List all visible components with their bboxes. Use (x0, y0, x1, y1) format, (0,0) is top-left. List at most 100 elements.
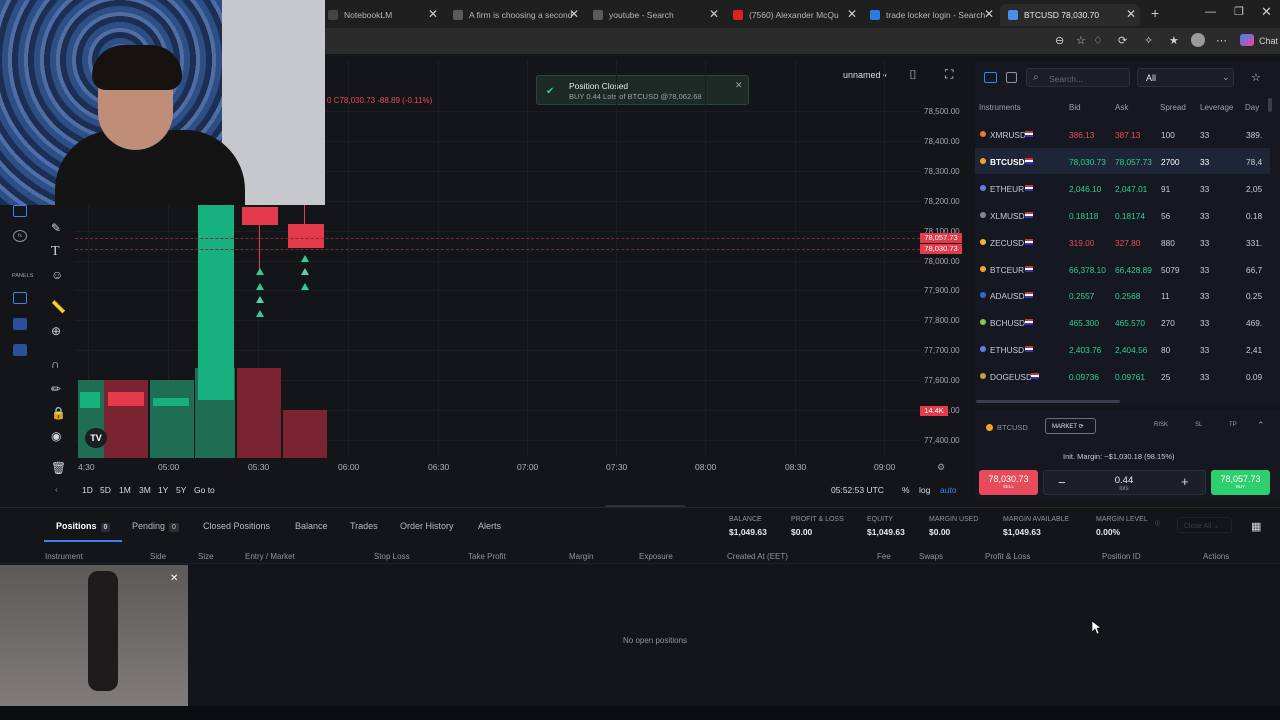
plus-icon[interactable]: + (1181, 474, 1189, 489)
positions-column-header[interactable]: Take Profit (468, 552, 506, 561)
layout-name-dropdown[interactable]: unnamed ▾ (843, 70, 887, 80)
favorites-bar-icon[interactable]: ★ (1169, 34, 1179, 47)
instruments-scrollbar[interactable] (1268, 98, 1272, 112)
instruments-hscrollbar[interactable] (976, 400, 1120, 403)
instrument-row[interactable]: BCHUSD 465.300 465.570 270 33 469. (975, 309, 1270, 335)
magnet-icon[interactable]: ∩ (51, 357, 60, 371)
tab-close-icon[interactable]: ✕ (984, 7, 994, 21)
stop-loss-button[interactable]: SL (1195, 422, 1202, 428)
tab-close-icon[interactable]: ✕ (569, 7, 579, 21)
tab-close-icon[interactable]: ✕ (428, 7, 438, 21)
pip-close-icon[interactable]: ✕ (170, 573, 182, 585)
chat-label[interactable]: Chat (1259, 36, 1278, 46)
panel-toggle-icon[interactable] (13, 205, 27, 217)
range-button[interactable]: 1Y (158, 485, 168, 495)
positions-column-header[interactable]: Created At (EET) (727, 552, 788, 561)
browser-tab[interactable]: youtube - Search ✕ (585, 4, 723, 26)
instrument-row[interactable]: DOGEUSD 0.09736 0.09761 25 33 0.09 (975, 363, 1270, 389)
positions-column-header[interactable]: Profit & Loss (985, 552, 1030, 561)
browser-tab[interactable]: (7560) Alexander McQu ✕ (725, 4, 861, 26)
tab-closed-positions[interactable]: Closed Positions (203, 521, 270, 531)
auto-toggle[interactable]: auto (940, 485, 957, 495)
ruler-icon[interactable]: 📏 (51, 300, 66, 314)
positions-column-header[interactable]: Entry / Market (245, 552, 295, 561)
chart-settings-icon[interactable]: ⚙ (937, 462, 945, 473)
column-header[interactable]: Day (1245, 103, 1259, 112)
collapse-chevron-icon[interactable]: ⌃ (1257, 420, 1265, 431)
order-type-select[interactable]: MARKET ⟳ (1045, 418, 1096, 434)
browser-tab[interactable]: A firm is choosing a second ✕ (445, 4, 583, 26)
range-button[interactable]: 3M (139, 485, 151, 495)
range-button[interactable]: 1D (82, 485, 93, 495)
take-profit-button[interactable]: TP (1229, 422, 1237, 428)
collections-icon[interactable]: ✧ (1144, 34, 1153, 47)
emoji-icon[interactable]: ☺ (51, 268, 63, 282)
resize-handle[interactable] (605, 505, 685, 507)
copilot-icon[interactable] (1240, 34, 1254, 46)
positions-column-header[interactable]: Margin (569, 552, 593, 561)
trash-icon[interactable]: 🗑 (51, 461, 66, 475)
minimize-icon[interactable]: — (1205, 6, 1216, 18)
column-header[interactable]: Leverage (1200, 103, 1233, 112)
minus-icon[interactable]: − (1058, 475, 1066, 490)
range-button[interactable]: 5Y (176, 485, 186, 495)
browser-tab[interactable]: BTCUSD 78,030.70 ✕ (1000, 4, 1140, 26)
indicator-icon[interactable]: fx (13, 230, 27, 242)
positions-column-header[interactable]: Fee (877, 552, 891, 561)
extensions-icon[interactable]: ⟳ (1118, 34, 1127, 47)
positions-column-header[interactable]: Actions (1203, 552, 1229, 561)
positions-column-header[interactable]: Exposure (639, 552, 673, 561)
profile-avatar[interactable] (1191, 33, 1205, 47)
tab-close-icon[interactable]: ✕ (709, 7, 719, 21)
tradingview-logo[interactable]: TV (85, 428, 107, 448)
fullscreen-icon[interactable]: ⛶ (945, 67, 953, 82)
camera-icon[interactable]: ⌷ (909, 67, 917, 83)
maximize-icon[interactable]: ❐ (1234, 5, 1244, 18)
tab-close-icon[interactable]: ✕ (1126, 7, 1136, 21)
favorite-star-icon[interactable]: ☆ (1076, 34, 1086, 47)
tab-trades[interactable]: Trades (350, 521, 378, 531)
instrument-search-input[interactable]: ⌕ Search... (1026, 68, 1130, 87)
new-tab-button[interactable]: + (1151, 5, 1159, 21)
instrument-row[interactable]: BTCUSD 78,030.73 78,057.73 2700 33 78,4 (975, 147, 1270, 174)
instrument-row[interactable]: BTCEUR 66,378.10 66,428.89 5079 33 66,7 (975, 256, 1270, 282)
instrument-row[interactable]: ADAUSD 0.2557 0.2568 11 33 0.25 (975, 282, 1270, 308)
info-icon[interactable]: ⓘ (1155, 520, 1160, 527)
zoom-icon[interactable]: ⊕ (51, 324, 61, 338)
more-menu-icon[interactable]: ⋯ (1216, 34, 1227, 47)
positions-column-header[interactable]: Swaps (919, 552, 943, 561)
range-button[interactable]: 1M (119, 485, 131, 495)
quantity-stepper[interactable]: − 0.44 lots + (1043, 470, 1206, 495)
risk-button[interactable]: RISK (1154, 422, 1168, 428)
trade-panel-icon[interactable] (13, 318, 27, 330)
range-button[interactable]: Go to (194, 485, 215, 495)
browser-tab[interactable]: NotebookLM ✕ (320, 4, 442, 26)
positions-column-header[interactable]: Stop Loss (374, 552, 410, 561)
quantity-value[interactable]: 0.44 (1104, 475, 1144, 486)
positions-column-header[interactable]: Position ID (1102, 552, 1141, 561)
positions-column-header[interactable]: Size (198, 552, 214, 561)
sell-button[interactable]: 78,030.73 SELL (979, 470, 1038, 495)
column-header[interactable]: Ask (1115, 103, 1128, 112)
tab-pending[interactable]: Pending 0 (132, 521, 179, 532)
collapse-arrow-icon[interactable]: ‹ (55, 485, 58, 494)
instrument-row[interactable]: ETHEUR 2,046.10 2,047.01 91 33 2,05 (975, 175, 1270, 201)
range-button[interactable]: 5D (100, 485, 111, 495)
column-header[interactable]: Spread (1160, 103, 1186, 112)
bell-icon[interactable]: ♢ (1093, 34, 1103, 47)
utc-clock[interactable]: 05:52:53 UTC (831, 485, 884, 495)
tab-positions[interactable]: Positions 0 (56, 521, 111, 532)
lock-drawing-icon[interactable]: ✏ (51, 382, 61, 396)
watchlist-icon[interactable] (1006, 72, 1017, 83)
lock-icon[interactable]: 🔒 (51, 406, 66, 420)
link-icon[interactable] (984, 72, 997, 83)
instrument-row[interactable]: ZECUSD 319.00 327.80 880 33 331. (975, 229, 1270, 255)
text-tool-icon[interactable]: T (51, 244, 60, 260)
instrument-filter-select[interactable]: All ⌄ (1137, 68, 1234, 87)
positions-panel-icon[interactable] (13, 344, 27, 356)
instrument-row[interactable]: ETHUSD 2,403.76 2,404.56 80 33 2,41 (975, 336, 1270, 362)
eye-icon[interactable]: ◉ (51, 429, 61, 443)
instrument-row[interactable]: XLMUSD 0.18118 0.18174 56 33 0.18 (975, 202, 1270, 228)
brush-icon[interactable]: ✎ (51, 221, 61, 235)
close-window-icon[interactable]: ✕ (1261, 4, 1272, 20)
